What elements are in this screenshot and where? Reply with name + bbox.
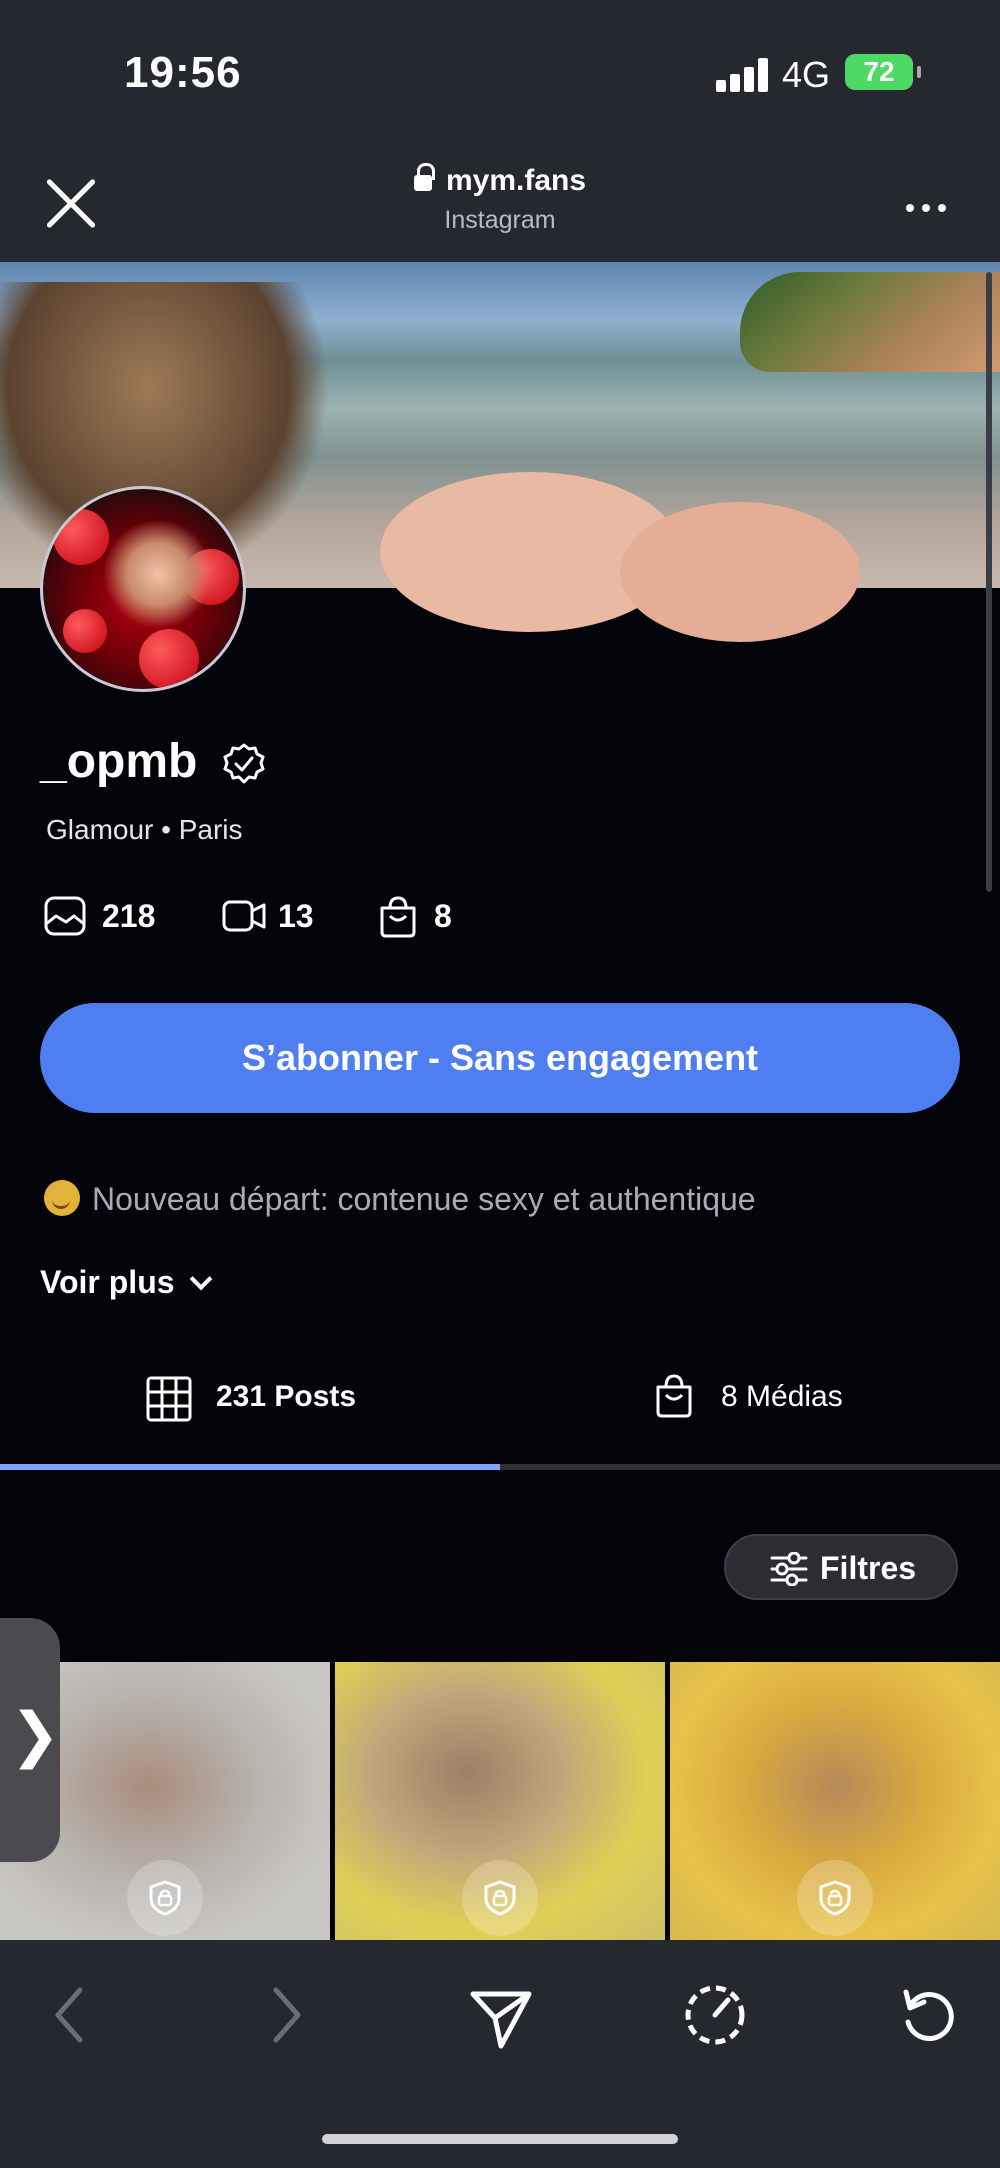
back-arrow-icon[interactable] — [26, 1970, 116, 2060]
network-type: 4G — [782, 54, 831, 95]
lock-badge-icon — [127, 1860, 203, 1936]
subscribe-button[interactable]: S’abonner - Sans engagement — [40, 1003, 960, 1113]
avatar[interactable] — [40, 486, 246, 692]
profile-username: _opmb — [40, 735, 198, 788]
locked-post-tile[interactable] — [670, 1662, 1000, 1940]
shopping-bag-icon — [656, 1374, 692, 1418]
battery-level: 72 — [863, 56, 895, 87]
lock-badge-icon — [797, 1860, 873, 1936]
lock-icon — [413, 163, 435, 191]
browser-header: mym.fans Instagram — [0, 150, 1000, 262]
content-tabs: 231 Posts 8 Médias — [0, 1360, 1000, 1470]
url-domain: mym.fans — [445, 164, 587, 197]
scrollbar[interactable] — [986, 272, 992, 892]
bio-text: Nouveau départ: contenue sexy et authent… — [92, 1181, 756, 1217]
sliders-icon — [770, 1552, 808, 1586]
chevron-down-icon — [189, 1267, 212, 1291]
status-time: 19:56 — [124, 48, 242, 97]
signal-icon — [716, 58, 770, 92]
posts-grid — [0, 1662, 1000, 1940]
more-options-icon[interactable] — [906, 204, 950, 214]
smirk-emoji-icon — [44, 1180, 80, 1216]
url-display[interactable]: mym.fans Instagram — [300, 163, 700, 235]
share-send-icon[interactable] — [455, 1970, 545, 2060]
url-subtitle: Instagram — [444, 206, 556, 234]
profile-bio: Nouveau départ: contenue sexy et authent… — [44, 1180, 756, 1218]
reload-icon[interactable] — [884, 1970, 974, 2060]
filters-button[interactable]: Filtres — [724, 1534, 958, 1600]
side-drawer-handle[interactable]: ❯ — [0, 1618, 60, 1862]
profile-category: Glamour • Paris — [46, 814, 243, 845]
status-bar: 19:56 4G 72 — [0, 0, 1000, 150]
locked-post-tile[interactable] — [335, 1662, 665, 1940]
verified-badge-icon — [223, 743, 265, 784]
battery-icon: 72 — [845, 54, 921, 90]
speed-gauge-icon[interactable] — [670, 1970, 760, 2060]
home-indicator[interactable] — [322, 2134, 678, 2144]
shopping-bag-icon — [380, 896, 416, 938]
see-more-button[interactable]: Voir plus — [40, 1264, 212, 1301]
photo-icon — [44, 896, 86, 936]
chevron-right-icon: ❯ — [10, 1701, 61, 1768]
tab-posts[interactable]: 231 Posts — [0, 1360, 500, 1460]
forward-arrow-icon[interactable] — [240, 1970, 330, 2060]
tab-indicator — [0, 1464, 1000, 1470]
close-icon[interactable] — [44, 176, 98, 230]
lock-badge-icon — [462, 1860, 538, 1936]
tab-medias[interactable]: 8 Médias — [500, 1360, 1000, 1460]
grid-icon — [146, 1376, 192, 1422]
video-icon — [222, 900, 266, 932]
